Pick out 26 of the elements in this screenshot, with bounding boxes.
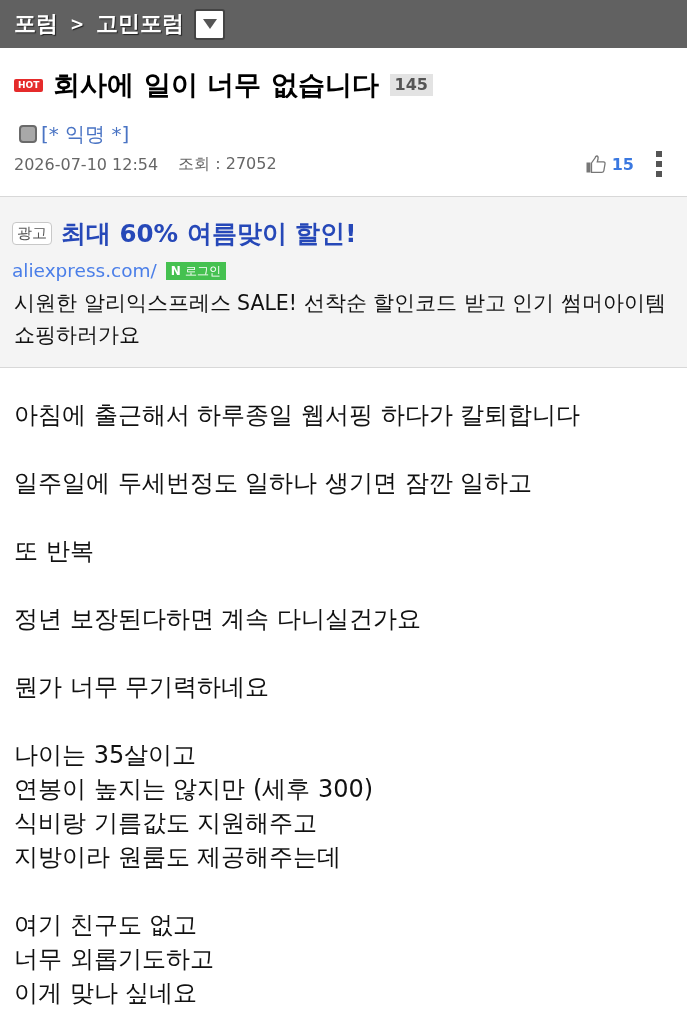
breadcrumb-link[interactable]: 포럼 [14,9,58,39]
breadcrumb-link[interactable]: 고민포럼 [96,9,185,39]
more-options-icon[interactable] [656,151,662,177]
ad-title-link[interactable]: 최대 60% 여름맞이 할인! [61,217,357,250]
post-title: 회사에 일이 너무 없습니다 [53,69,379,101]
ad-description: 시원한 알리익스프레스 SALE! 선착순 할인코드 받고 인기 썸머아이템 쇼핑하러가요 [14,290,667,349]
post-paragraph: 일주일에 두세번정도 일하나 생기면 잠깐 일하고 [14,468,534,499]
like-count: 15 [611,154,634,174]
comment-count[interactable]: 145 [389,74,433,96]
post-paragraph: 정년 보장된다하면 계속 다니실건가요 [14,604,422,635]
post-paragraph: 여기 친구도 없고 너무 외롭기도하고 이게 맞나 싶네요 [14,910,215,1009]
hot-badge: HOT [14,78,44,92]
post-paragraph: 아침에 출근해서 하루종일 웹서핑 하다가 칼퇴합니다 [14,400,582,431]
breadcrumb-separator: > [70,14,85,34]
post-paragraph: 또 반복 [14,536,95,567]
author-name[interactable]: [* 익명 *] [41,120,130,148]
thumbs-up-icon[interactable] [585,155,606,173]
caret-icon [202,19,217,29]
dropdown-button[interactable] [194,8,226,40]
view-count: 조회 : 27052 [178,153,277,175]
post-date: 2026-07-10 12:54 [14,154,159,174]
avatar-icon [19,125,37,143]
post-paragraph: 나이는 35살이고 연봉이 높지는 않지만 (세후 300) 식비랑 기름값도 지원해주고 지방이라 원룸도 제공해주는데 [14,740,375,873]
ad-url-link[interactable]: aliexpress.com/ [12,260,157,281]
ad-label: 광고 [12,222,52,245]
post-paragraph: 뭔가 너무 무기력하네요 [14,672,271,703]
